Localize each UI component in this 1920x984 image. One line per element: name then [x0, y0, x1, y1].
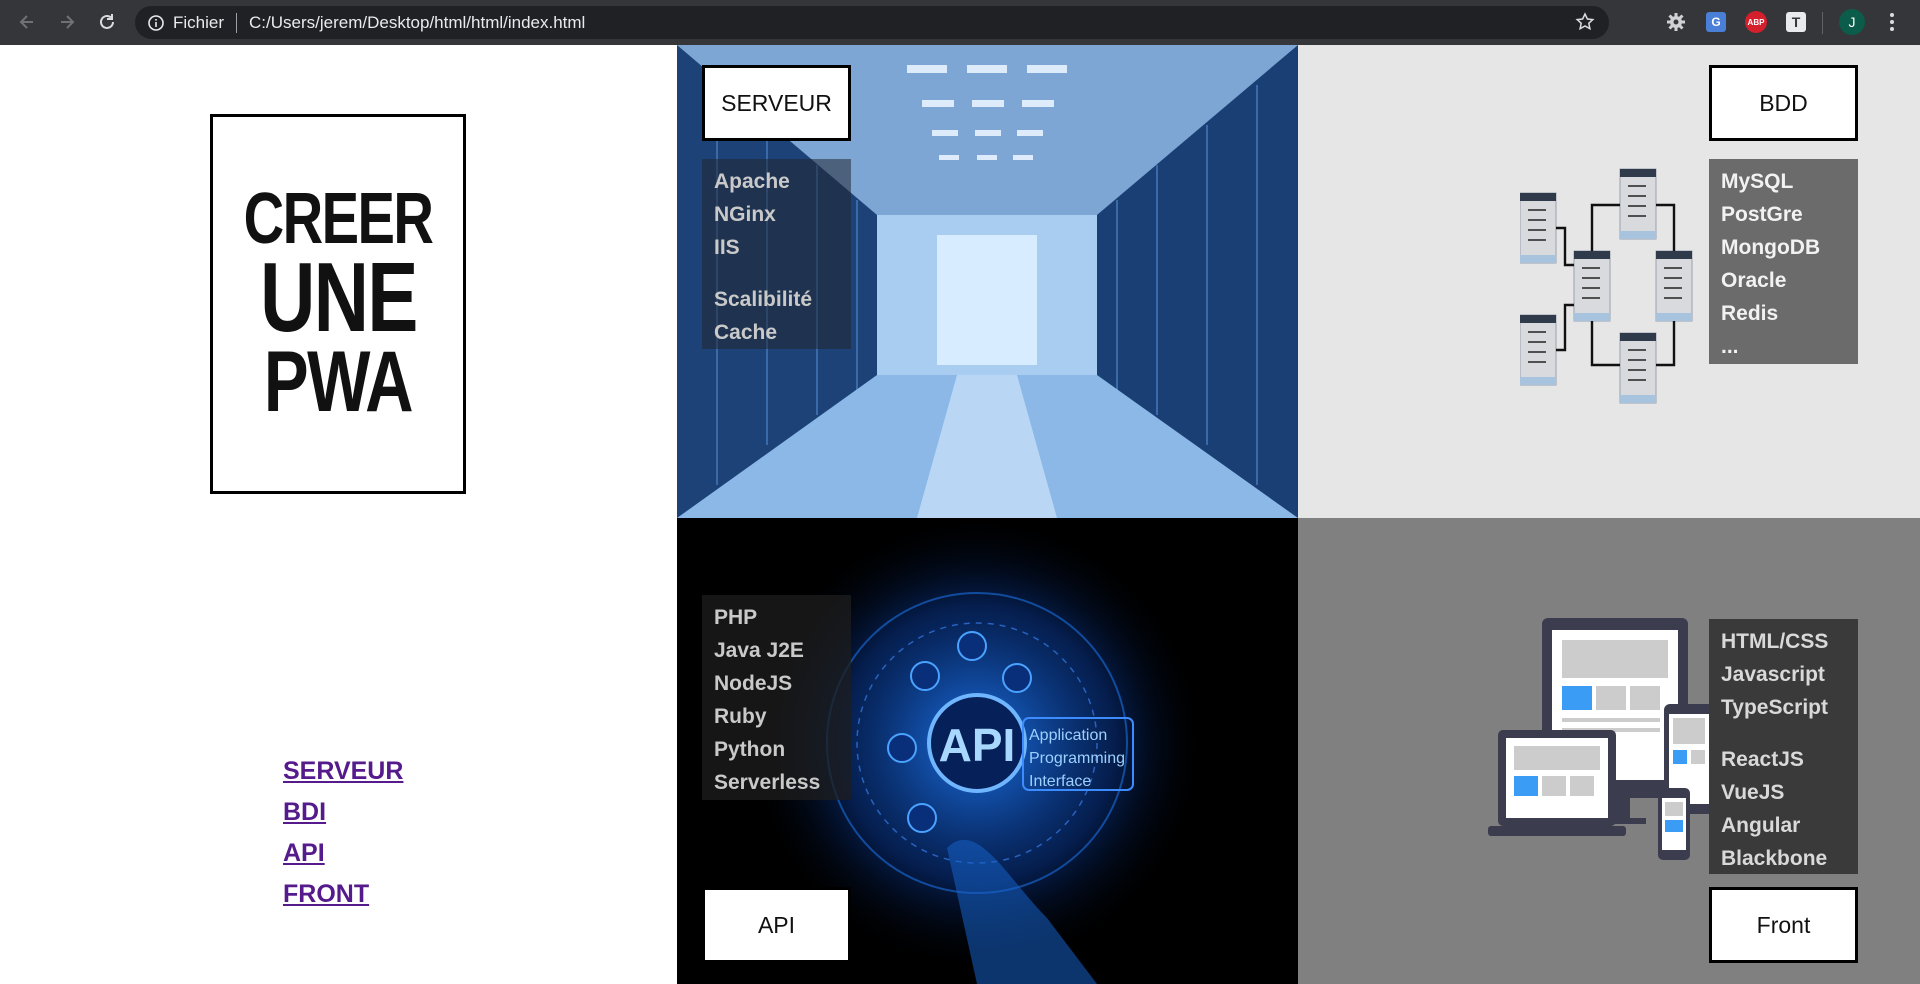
list-item: MySQL: [1721, 170, 1794, 193]
poster-logo: CREER UNE PWA: [210, 114, 466, 494]
api-section: API Application Programming Interface PH…: [677, 518, 1298, 984]
api-caption-1: Application: [1029, 727, 1107, 744]
kebab-menu-icon: [1890, 13, 1894, 31]
list-item: Redis: [1721, 302, 1779, 325]
bdd-title-box: BDD: [1709, 65, 1858, 141]
list-item: Angular: [1721, 814, 1801, 837]
browser-toolbar: Fichier C:/Users/jerem/Desktop/html/html…: [0, 0, 1920, 45]
list-item: IIS: [714, 236, 740, 259]
extension-translate[interactable]: G: [1702, 8, 1730, 36]
front-tech-list: HTML/CSS Javascript TypeScript ReactJS V…: [1709, 619, 1858, 874]
extension-t[interactable]: T: [1782, 8, 1810, 36]
responsive-devices-icon: [1488, 618, 1714, 860]
security-label: Fichier: [173, 12, 225, 32]
list-item: Blackbone: [1721, 847, 1828, 870]
omnibox-divider: [236, 12, 238, 33]
database-schema-icon: [1520, 168, 1693, 404]
list-item: HTML/CSS: [1721, 630, 1829, 653]
avatar-initial: J: [1848, 14, 1856, 30]
list-item: VueJS: [1721, 781, 1785, 804]
bdd-section: BDD MySQL PostGre MongoDB Oracle Redis .…: [1298, 45, 1920, 518]
bdd-title: BDD: [1759, 89, 1808, 116]
toolbar-divider: [1822, 12, 1823, 34]
gear-icon: [1667, 13, 1685, 31]
list-item: Serverless: [714, 771, 821, 794]
api-tech-list: PHP Java J2E NodeJS Ruby Python Serverle…: [702, 595, 851, 800]
reload-icon: [100, 14, 114, 29]
server-title: SERVEUR: [721, 89, 832, 116]
list-item: MongoDB: [1721, 236, 1821, 259]
front-section: HTML/CSS Javascript TypeScript ReactJS V…: [1298, 518, 1920, 984]
poster-line-2: UNE: [259, 242, 418, 353]
avatar-icon: J: [1839, 9, 1865, 35]
back-arrow-icon: [19, 15, 33, 29]
address-bar[interactable]: Fichier C:/Users/jerem/Desktop/html/html…: [135, 6, 1609, 39]
list-item: Python: [714, 738, 786, 761]
forward-button[interactable]: [48, 3, 86, 41]
list-item: Oracle: [1721, 269, 1787, 292]
list-item: Java J2E: [714, 639, 804, 662]
adblock-icon: ABP: [1745, 11, 1767, 33]
browser-menu-button[interactable]: [1878, 8, 1906, 36]
list-gap: [714, 264, 839, 283]
menu-link-front[interactable]: FRONT: [283, 874, 403, 915]
api-caption-2: Programming: [1029, 750, 1125, 767]
menu-link-serveur[interactable]: SERVEUR: [283, 751, 403, 792]
list-item: NodeJS: [714, 672, 793, 695]
list-item: TypeScript: [1721, 696, 1828, 719]
adblock-icon-label: ABP: [1747, 17, 1765, 27]
list-item: PHP: [714, 606, 758, 629]
reload-button[interactable]: [88, 3, 126, 41]
extension-adblock[interactable]: ABP: [1742, 8, 1770, 36]
left-column: CREER UNE PWA SERVEUR BDI API FRONT: [0, 45, 677, 984]
t-extension-letter: T: [1791, 14, 1801, 30]
url-text: C:/Users/jerem/Desktop/html/html/index.h…: [249, 12, 586, 32]
translate-icon-letter: G: [1711, 15, 1721, 29]
list-item: ReactJS: [1721, 748, 1804, 771]
bookmark-star-icon[interactable]: [1575, 12, 1595, 32]
forward-arrow-icon: [61, 15, 75, 29]
translate-icon: G: [1706, 12, 1726, 32]
list-item: Scalibilité: [714, 288, 813, 311]
list-item: NGinx: [714, 203, 776, 226]
server-section: SERVEUR Apache NGinx IIS Scalibilité Cac…: [677, 45, 1298, 518]
list-item: Cache: [714, 321, 778, 344]
profile-avatar[interactable]: J: [1838, 8, 1866, 36]
menu-link-api[interactable]: API: [283, 833, 403, 874]
list-item: Apache: [714, 170, 790, 193]
list-item: Ruby: [714, 705, 767, 728]
list-item: PostGre: [1721, 203, 1803, 226]
extension-settings[interactable]: [1662, 8, 1690, 36]
menu-link-bdi[interactable]: BDI: [283, 792, 403, 833]
server-tech-list: Apache NGinx IIS Scalibilité Cache: [702, 159, 851, 349]
poster-line-3: PWA: [263, 333, 414, 430]
api-title-box: API: [702, 887, 851, 963]
page-content: CREER UNE PWA SERVEUR BDI API FRONT SERV…: [0, 45, 1920, 984]
t-extension-icon: T: [1786, 12, 1806, 32]
list-gap: [1721, 724, 1846, 743]
front-title-box: Front: [1709, 887, 1858, 963]
api-graphic-text: API: [939, 719, 1016, 771]
server-title-box: SERVEUR: [702, 65, 851, 141]
section-menu: SERVEUR BDI API FRONT: [283, 751, 403, 915]
list-item: Javascript: [1721, 663, 1825, 686]
info-icon: [148, 14, 164, 31]
back-button[interactable]: [8, 3, 46, 41]
api-caption-3: Interface: [1029, 773, 1091, 790]
bdd-tech-list: MySQL PostGre MongoDB Oracle Redis ...: [1709, 159, 1858, 364]
list-item: ...: [1721, 335, 1739, 358]
front-title: Front: [1756, 911, 1811, 938]
api-title: API: [757, 911, 796, 938]
